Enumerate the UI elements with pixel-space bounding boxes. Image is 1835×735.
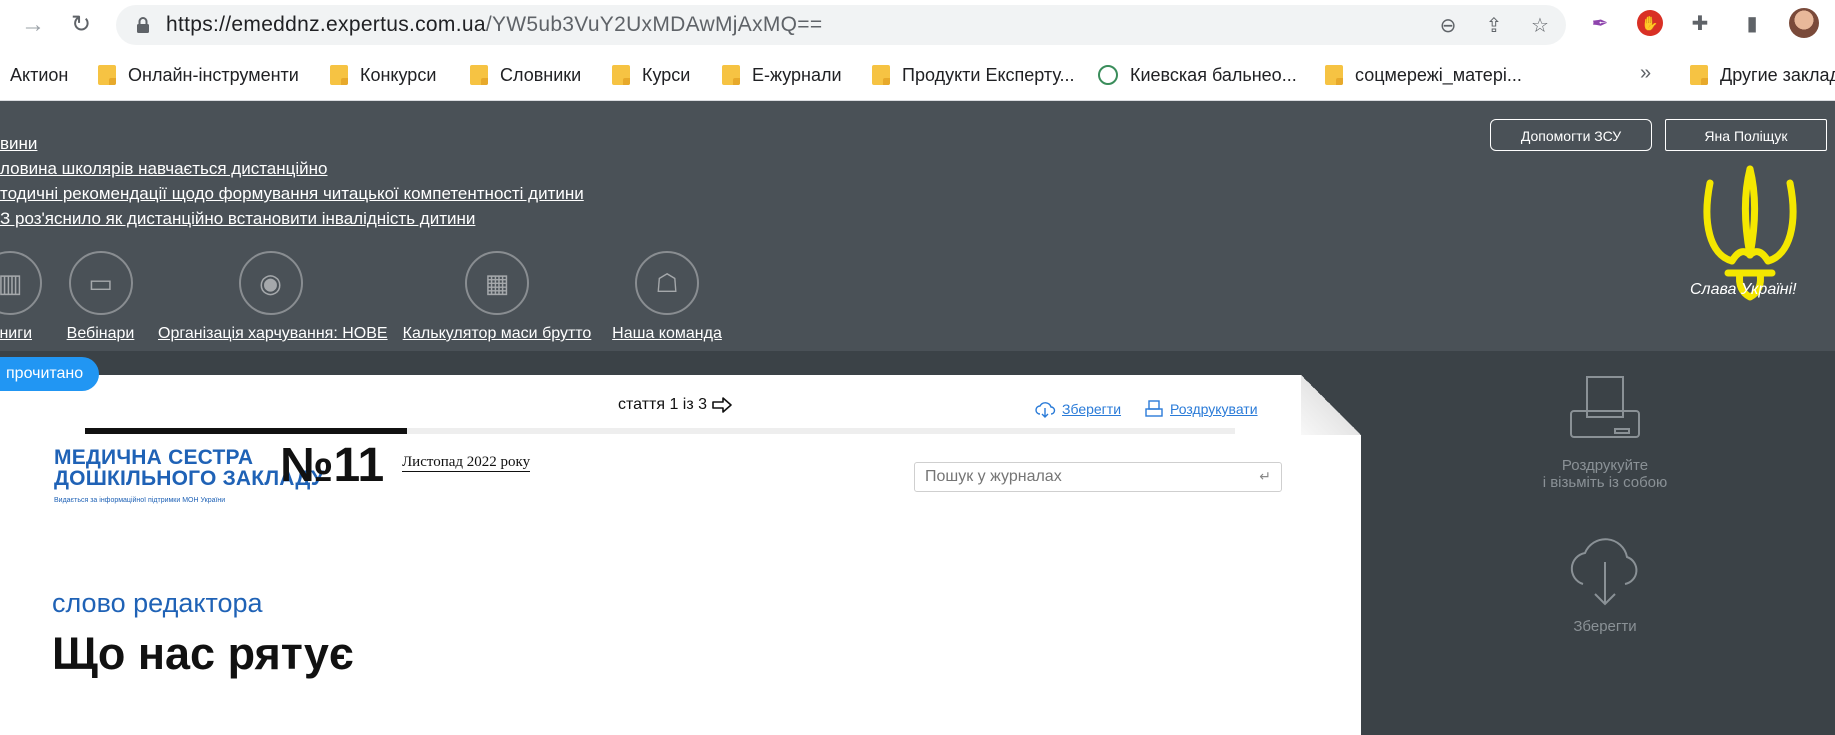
bookmark-label: Продукти Експерту... (902, 64, 1075, 85)
help-zsu-button[interactable]: Допомогти ЗСУ (1490, 119, 1652, 151)
folder-icon (722, 65, 740, 85)
share-icon[interactable]: ⇪ (1480, 11, 1508, 39)
bookmark-item[interactable]: соцмережі_матері... (1325, 63, 1522, 87)
slogan-text: Слава Україні! (1690, 281, 1797, 298)
bookmark-item[interactable]: Киевская бальнео... (1098, 63, 1297, 87)
article-counter: стаття 1 із 3 (618, 396, 733, 414)
sidebar-print-line1: Роздрукуйте (1561, 457, 1649, 474)
bookmark-item[interactable]: Другие заклад (1690, 63, 1835, 87)
bookmark-item[interactable]: Конкурси (330, 63, 436, 87)
folder-icon (470, 65, 488, 85)
print-link[interactable]: Роздрукувати (1144, 400, 1258, 418)
nav-item-nutrition[interactable]: ◉ Організація харчування: НОВЕ (158, 251, 388, 343)
news-link[interactable]: вини (0, 131, 584, 156)
bookmark-item[interactable]: Продукти Експерту... (872, 63, 1075, 87)
bookmark-item[interactable]: Е-журнали (722, 63, 842, 87)
folder-icon (1325, 65, 1343, 85)
bookmark-label: соцмережі_матері... (1355, 64, 1522, 85)
folder-icon (872, 65, 890, 85)
bookmark-label: Онлайн-інструменти (128, 64, 299, 85)
zoom-out-icon[interactable]: ⊖ (1434, 11, 1462, 39)
article-title: Що нас рятує (52, 628, 354, 679)
cloud-download-icon (1035, 402, 1056, 418)
print-icon (1145, 400, 1163, 417)
nav-label: Вебінари (66, 325, 135, 342)
folder-icon (1690, 65, 1708, 85)
site-header: вини ловина школярів навчається дистанці… (0, 101, 1835, 351)
nav-item-webinars[interactable]: ▭ Вебінари (58, 251, 143, 343)
nav-label: Калькулятор маси брутто (402, 325, 592, 342)
save-link-label: Зберегти (1062, 401, 1122, 417)
print-link-label: Роздрукувати (1170, 401, 1258, 417)
folder-icon (98, 65, 116, 85)
bookmark-label: Словники (500, 64, 582, 85)
bookmark-label: Курси (642, 64, 691, 85)
bookmark-label: Е-журнали (752, 64, 842, 85)
bookmark-item[interactable]: Актион (10, 63, 68, 87)
lock-icon (137, 17, 149, 33)
bookmark-item[interactable]: Словники (470, 63, 581, 87)
calculator-icon: ▦ (465, 251, 529, 315)
folder-icon (612, 65, 630, 85)
bookmarks-bar: Актион Онлайн-інструменти Конкурси Словн… (0, 50, 1835, 101)
nav-item-team[interactable]: ☖ Наша команда (612, 251, 722, 343)
read-badge: прочитано (0, 357, 100, 391)
journal-search: ↵ (914, 462, 1282, 492)
search-input[interactable] (915, 463, 1255, 491)
bookmark-item[interactable]: Онлайн-інструменти (98, 63, 299, 87)
cloud-download-icon (1570, 538, 1638, 606)
sidebar-print[interactable]: Роздрукуйте і візьміть із собою (1530, 375, 1680, 491)
reading-progress (85, 428, 1235, 434)
sidebar-save[interactable]: Зберегти (1530, 530, 1680, 635)
bookmark-item[interactable]: Курси (612, 63, 690, 87)
news-list: вини ловина школярів навчається дистанці… (0, 131, 584, 231)
book-icon: ▥ (0, 251, 42, 315)
nav-label: ниги (0, 325, 32, 342)
team-icon: ☖ (635, 251, 699, 315)
bookmark-label: Актион (10, 64, 69, 85)
stop-icon[interactable]: ✋ (1637, 10, 1663, 36)
issue-number: №11 (280, 439, 385, 492)
forward-icon[interactable]: → (18, 10, 48, 40)
address-bar[interactable]: https://emeddnz.expertus.com.ua/YW5ub3Vu… (116, 5, 1566, 45)
progress-fill (85, 428, 407, 434)
article-rubric: слово редактора (52, 588, 263, 618)
puzzle-icon[interactable]: ✚ (1685, 8, 1715, 38)
star-icon[interactable]: ☆ (1526, 11, 1554, 39)
bookmarks-overflow-button[interactable]: » (1640, 62, 1651, 85)
folder-icon (330, 65, 348, 85)
avatar[interactable] (1789, 8, 1819, 38)
news-link[interactable]: З роз'яснило як дистанційно встановити і… (0, 206, 584, 231)
issue-date[interactable]: Листопад 2022 року (402, 454, 531, 472)
journal-tagline: Видається за інформаційної підтримки МОН… (54, 497, 226, 504)
globe-icon (1098, 65, 1118, 85)
monitor-icon: ▭ (68, 251, 133, 315)
nav-item-books[interactable]: ▥ ниги (0, 251, 50, 343)
bookmark-label: Киевская бальнео... (1130, 64, 1297, 85)
nav-label: Наша команда (612, 325, 722, 342)
plate-icon: ◉ (238, 251, 303, 315)
sidepanel-icon[interactable]: ▮ (1737, 8, 1767, 38)
enter-icon[interactable]: ↵ (1259, 468, 1271, 485)
bookmark-label: Конкурси (360, 64, 437, 85)
article-counter-text: стаття 1 із 3 (618, 396, 708, 413)
sidebar-print-line2: і візьміть із собою (1542, 474, 1668, 491)
nav-label: Організація харчування: НОВЕ (158, 325, 388, 342)
bookmark-label: Другие заклад (1720, 64, 1835, 85)
news-link[interactable]: тодичні рекомендації щодо формування чит… (0, 181, 584, 206)
printer-icon (1570, 376, 1640, 438)
page-fold (1301, 375, 1361, 435)
url-text: https://emeddnz.expertus.com.ua/YW5ub3Vu… (166, 13, 823, 36)
user-button[interactable]: Яна Поліщук (1665, 119, 1827, 151)
browser-toolbar: → ↻ https://emeddnz.expertus.com.ua/YW5u… (0, 0, 1835, 50)
nav-item-calculator[interactable]: ▦ Калькулятор маси брутто (402, 251, 592, 343)
reload-icon[interactable]: ↻ (66, 10, 96, 40)
feather-icon[interactable]: ✒ (1585, 8, 1615, 38)
save-link[interactable]: Зберегти (1034, 400, 1121, 418)
news-link[interactable]: ловина школярів навчається дистанційно (0, 156, 584, 181)
sidebar-save-label: Зберегти (1573, 618, 1637, 635)
next-arrow-icon[interactable] (711, 396, 733, 414)
